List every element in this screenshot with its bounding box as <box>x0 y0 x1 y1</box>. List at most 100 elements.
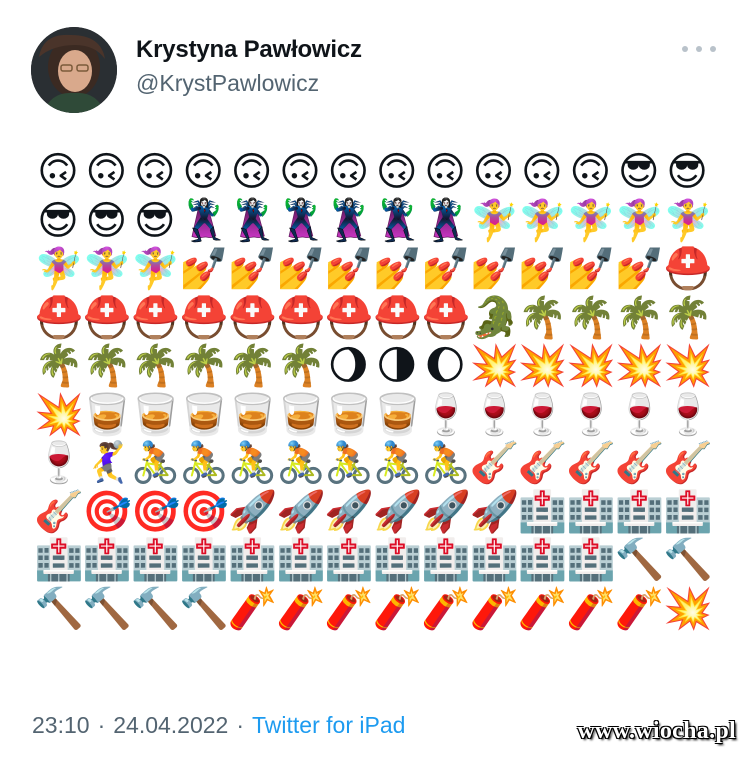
emoji: 🚴 <box>275 440 324 486</box>
emoji: 🌔 <box>424 343 466 389</box>
emoji: 🙃 <box>37 149 79 195</box>
emoji: 🌗 <box>375 343 418 389</box>
emoji: 🧨 <box>614 585 663 632</box>
emoji: 🧨 <box>372 585 421 632</box>
tweet-card: Krystyna Pawłowicz @KrystPawlowicz 🙃 🙃 🙃 🙃 🙃… <box>0 0 750 759</box>
emoji: 🎸 <box>517 440 566 486</box>
emoji: 🥃 <box>82 391 131 438</box>
emoji: 🍷 <box>421 391 470 438</box>
emoji: ⛑️ <box>275 294 324 341</box>
emoji: 🏥 <box>372 537 421 583</box>
emoji: ⛑️ <box>34 294 82 341</box>
emoji: 🦹‍♀️ <box>179 197 228 244</box>
emoji: ⛑️ <box>130 294 179 341</box>
tweet-source-link[interactable]: Twitter for iPad <box>252 712 405 738</box>
emoji: 💥 <box>469 343 518 389</box>
separator: · <box>97 712 106 738</box>
emoji: 🙃 <box>230 149 273 195</box>
emoji: 🦹‍♀️ <box>324 197 373 244</box>
emoji: 🏥 <box>324 537 373 583</box>
emoji: 🚀 <box>469 488 518 535</box>
emoji: ⛑️ <box>324 294 373 341</box>
emoji: 🧚‍♀️ <box>517 197 566 244</box>
emoji: 🔨 <box>179 585 228 632</box>
emoji: 🌴 <box>227 343 276 389</box>
emoji: 🎯 <box>82 488 131 535</box>
emoji: 🍷 <box>566 391 615 438</box>
emoji: 🧚‍♀️ <box>82 246 131 292</box>
emoji: 🍷 <box>34 440 82 486</box>
emoji: 🎯 <box>179 488 228 535</box>
emoji: 🔨 <box>663 537 712 583</box>
emoji: 🏥 <box>227 537 276 583</box>
emoji: 🏥 <box>34 537 82 583</box>
emoji: 🙃 <box>375 149 418 195</box>
emoji: 🧨 <box>227 585 276 632</box>
emoji: 🧚‍♀️ <box>34 246 82 292</box>
emoji: 😎 <box>85 197 128 244</box>
emoji: 🌴 <box>34 343 82 389</box>
emoji: 🙃 <box>521 149 563 195</box>
emoji: 🚴 <box>421 440 470 486</box>
emoji: 🧨 <box>469 585 518 632</box>
emoji: 🦹‍♀️ <box>227 197 276 244</box>
emoji: 🥃 <box>227 391 276 438</box>
emoji: 🌴 <box>275 343 324 389</box>
emoji: 💅 <box>324 246 373 292</box>
emoji: 🐊 <box>469 294 518 341</box>
emoji: 🌴 <box>130 343 179 389</box>
emoji: 🤾‍♀️ <box>82 440 131 486</box>
emoji: 💅 <box>227 246 276 292</box>
emoji: 😎 <box>37 197 79 244</box>
emoji: 🚴 <box>324 440 373 486</box>
emoji: 🥃 <box>130 391 179 438</box>
emoji: 🧚‍♀️ <box>130 246 179 292</box>
avatar[interactable] <box>31 27 117 113</box>
emoji: ⛑️ <box>82 294 131 341</box>
emoji: 🥃 <box>372 391 421 438</box>
more-dot <box>696 46 702 52</box>
emoji: 🚀 <box>421 488 470 535</box>
emoji: 🍷 <box>663 391 712 438</box>
emoji: 🙃 <box>327 149 370 195</box>
author-name[interactable]: Krystyna Pawłowicz <box>136 36 362 64</box>
author-handle[interactable]: @KrystPawlowicz <box>136 70 319 97</box>
emoji: 🍷 <box>469 391 518 438</box>
tweet-text-emoji-grid: 🙃 🙃 🙃 🙃 🙃 🙃 🙃 🙃 🙃 🙃 🙃 🙃 😎 😎 😎 😎 😎 🦹‍♀️ 🦹‍♀️ 🦹‍♀️ 🦹‍♀️ 🦹‍♀️ 🦹‍♀… <box>34 148 711 633</box>
emoji: 🚴 <box>179 440 228 486</box>
emoji: 😎 <box>133 197 176 244</box>
emoji: 💅 <box>469 246 518 292</box>
emoji: 🎸 <box>614 440 663 486</box>
emoji: 🌴 <box>663 294 712 341</box>
tweet-date[interactable]: 24.04.2022 <box>113 712 228 738</box>
emoji: 💅 <box>179 246 228 292</box>
tweet-time[interactable]: 23:10 <box>32 712 90 738</box>
emoji: 🍷 <box>614 391 663 438</box>
emoji: 🙃 <box>472 149 515 195</box>
emoji: 🥃 <box>179 391 228 438</box>
emoji: 💅 <box>421 246 470 292</box>
emoji: 🔨 <box>82 585 131 632</box>
emoji: 🏥 <box>517 537 566 583</box>
emoji: 🚴 <box>227 440 276 486</box>
emoji: 🙃 <box>279 149 321 195</box>
emoji: 🥃 <box>324 391 373 438</box>
emoji: 🏥 <box>614 488 663 535</box>
emoji: 🏥 <box>421 537 470 583</box>
emoji: ⛑️ <box>372 294 421 341</box>
emoji: 🍷 <box>517 391 566 438</box>
emoji: 🏥 <box>517 488 566 535</box>
emoji: 🧨 <box>275 585 324 632</box>
emoji: 🧨 <box>566 585 615 632</box>
emoji: 🙃 <box>133 149 176 195</box>
emoji: 💥 <box>614 343 663 389</box>
emoji: 💥 <box>517 343 566 389</box>
emoji: 🔨 <box>130 585 179 632</box>
emoji: 🚴 <box>372 440 421 486</box>
emoji: 🎯 <box>130 488 179 535</box>
avatar-photo <box>31 27 117 113</box>
more-options-button[interactable] <box>682 36 716 62</box>
emoji: 😎 <box>617 149 660 195</box>
emoji: 🌴 <box>82 343 131 389</box>
emoji: 🏥 <box>82 537 131 583</box>
